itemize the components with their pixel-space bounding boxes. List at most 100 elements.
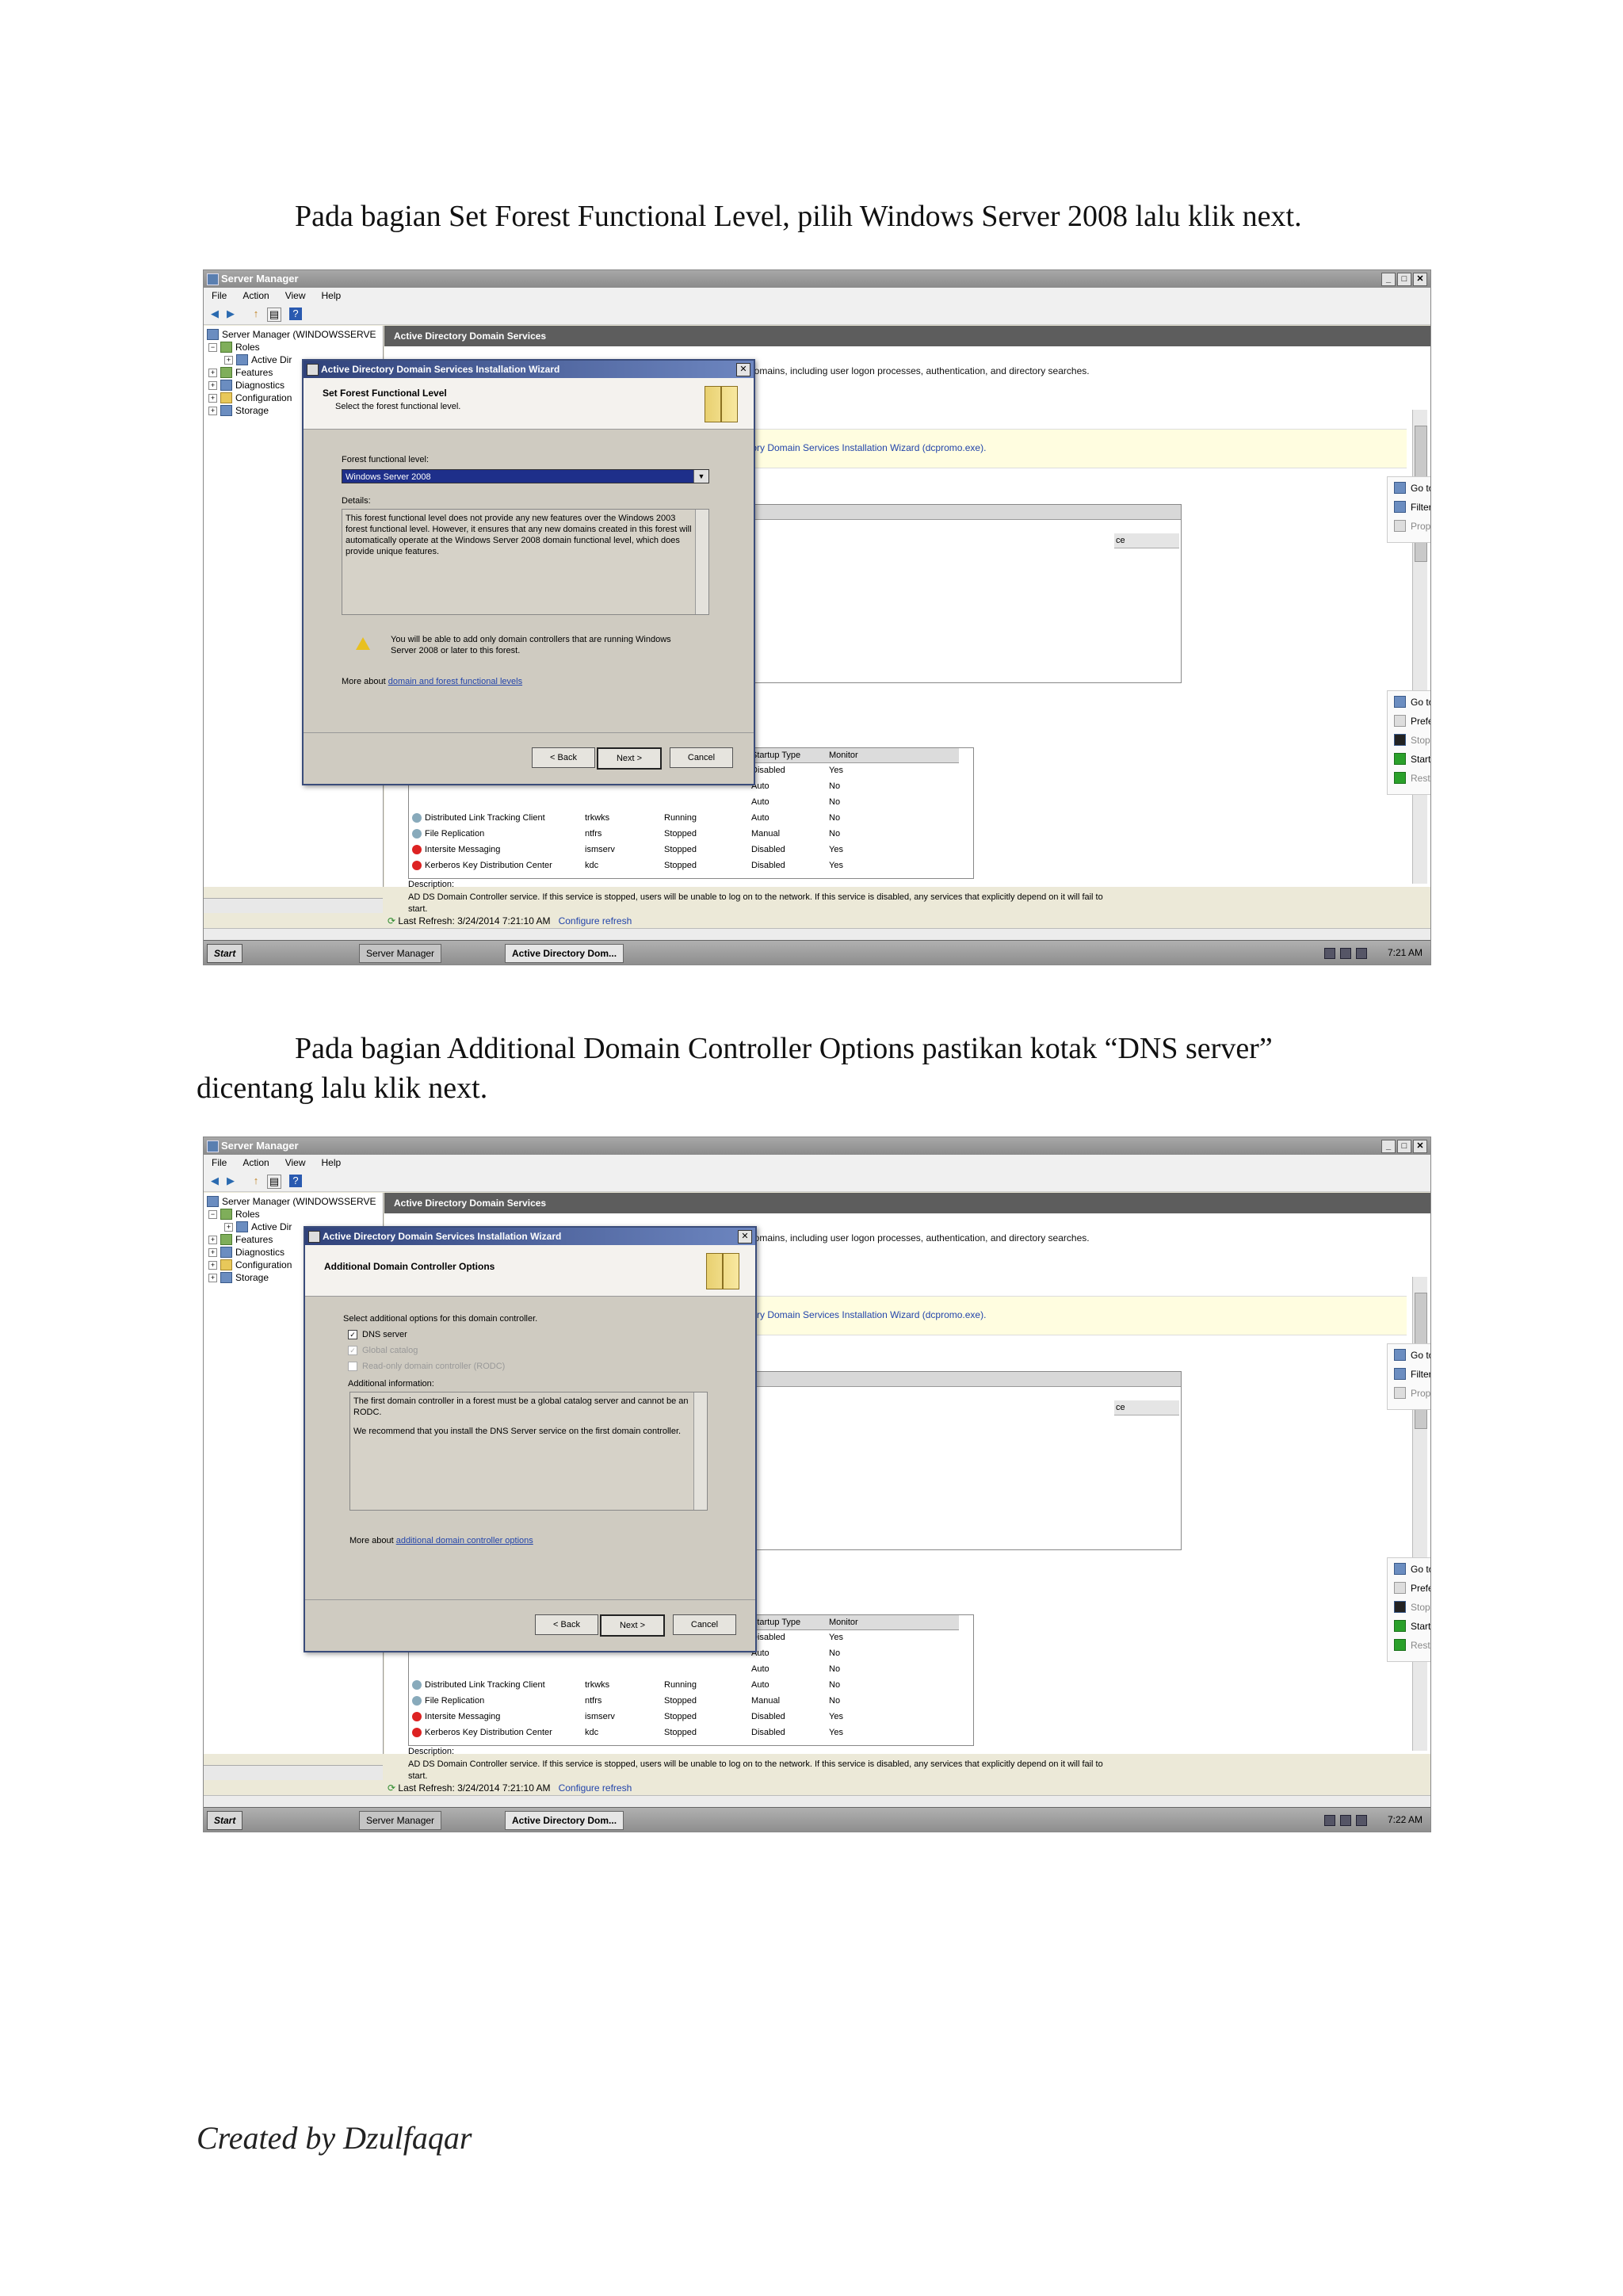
- volume-icon[interactable]: [1356, 1815, 1367, 1826]
- action-go-to-services[interactable]: Go to Services: [1394, 696, 1430, 708]
- menu-help[interactable]: Help: [322, 1155, 342, 1171]
- dcpromo-link[interactable]: tory Domain Services Installation Wizard…: [749, 1309, 986, 1320]
- refresh-icon[interactable]: ⟳: [388, 1782, 395, 1794]
- refresh-icon[interactable]: ⟳: [388, 915, 395, 926]
- tray-icon[interactable]: [1324, 1815, 1335, 1826]
- menu-help[interactable]: Help: [322, 288, 342, 304]
- tree-item-configuration[interactable]: + Configuration: [208, 392, 292, 403]
- back-arrow-icon[interactable]: ◀: [208, 308, 221, 320]
- col-startup-type[interactable]: Startup Type: [751, 748, 800, 762]
- menu-view[interactable]: View: [285, 288, 306, 304]
- network-icon[interactable]: [1340, 1815, 1351, 1826]
- close-icon[interactable]: ✕: [1413, 273, 1427, 286]
- action-properties[interactable]: Properties: [1394, 520, 1430, 532]
- table-row[interactable]: Intersite Messaging ismserv Stopped Disable…: [409, 842, 964, 858]
- table-row[interactable]: Kerberos Key Distribution Center kdc Stopp…: [409, 1725, 964, 1740]
- action-restart[interactable]: Restart: [1394, 1639, 1430, 1651]
- tree-horizontal-scrollbar[interactable]: [204, 898, 383, 913]
- maximize-icon[interactable]: □: [1397, 273, 1411, 286]
- tree-item-diagnostics[interactable]: + Diagnostics: [208, 1247, 285, 1258]
- tray-icon[interactable]: [1324, 948, 1335, 959]
- show-hide-tree-icon[interactable]: ▤: [267, 1175, 281, 1189]
- forest-level-select[interactable]: Windows Server 2008 ▼: [342, 469, 709, 483]
- task-active-directory[interactable]: Active Directory Dom...: [505, 944, 624, 963]
- tree-item-roles[interactable]: − Roles: [208, 1209, 260, 1220]
- dns-server-checkbox[interactable]: ✓ DNS server: [348, 1330, 407, 1339]
- help-icon[interactable]: ?: [289, 308, 302, 320]
- back-arrow-icon[interactable]: ◀: [208, 1175, 221, 1187]
- action-stop[interactable]: Stop: [1394, 734, 1430, 746]
- details-scrollbar[interactable]: [695, 510, 708, 614]
- task-server-manager[interactable]: Server Manager: [359, 1811, 442, 1830]
- next-button[interactable]: Next >: [597, 747, 662, 770]
- wizard-close-icon[interactable]: ✕: [736, 363, 750, 376]
- maximize-icon[interactable]: □: [1397, 1140, 1411, 1153]
- table-row[interactable]: Distributed Link Tracking Client trkwks Ru…: [409, 1677, 964, 1693]
- back-button[interactable]: < Back: [532, 747, 595, 768]
- action-filter-events[interactable]: Filter Events: [1394, 1368, 1430, 1380]
- action-start[interactable]: Start: [1394, 753, 1430, 765]
- tree-item-features[interactable]: + Features: [208, 367, 273, 378]
- action-preferences[interactable]: Preferences: [1394, 715, 1430, 727]
- tree-item-storage[interactable]: + Storage: [208, 405, 269, 416]
- menu-file[interactable]: File: [212, 288, 227, 304]
- volume-icon[interactable]: [1356, 948, 1367, 959]
- tree-item-storage[interactable]: + Storage: [208, 1272, 269, 1283]
- action-go-to-event-viewer[interactable]: Go to Event Viewer: [1394, 1349, 1430, 1361]
- configure-refresh-link[interactable]: Configure refresh: [559, 915, 632, 926]
- forward-arrow-icon[interactable]: ▶: [224, 308, 237, 320]
- checkbox-icon[interactable]: [348, 1362, 357, 1371]
- action-restart[interactable]: Restart: [1394, 772, 1430, 784]
- table-row[interactable]: Auto No: [409, 794, 964, 810]
- start-button[interactable]: Start: [207, 944, 243, 963]
- task-active-directory[interactable]: Active Directory Dom...: [505, 1811, 624, 1830]
- up-folder-icon[interactable]: ↑: [250, 308, 262, 320]
- details-text-box[interactable]: This forest functional level does not pr…: [342, 509, 709, 615]
- table-row[interactable]: Distributed Link Tracking Client trkwks Ru…: [409, 810, 964, 826]
- minimize-icon[interactable]: _: [1381, 273, 1396, 286]
- action-go-to-services[interactable]: Go to Services: [1394, 1563, 1430, 1575]
- action-preferences[interactable]: Preferences: [1394, 1582, 1430, 1594]
- col-monitor[interactable]: Monitor: [829, 748, 858, 762]
- cancel-button[interactable]: Cancel: [670, 747, 733, 768]
- table-row[interactable]: Intersite Messaging ismserv Stopped Disable…: [409, 1709, 964, 1725]
- menu-action[interactable]: Action: [242, 288, 269, 304]
- table-row[interactable]: File Replication ntfrs Stopped Manual No: [409, 826, 964, 842]
- action-stop[interactable]: Stop: [1394, 1601, 1430, 1613]
- cancel-button[interactable]: Cancel: [673, 1614, 736, 1635]
- info-scrollbar[interactable]: [693, 1392, 707, 1510]
- tree-item-roles[interactable]: − Roles: [208, 342, 260, 353]
- rodc-checkbox[interactable]: Read-only domain controller (RODC): [348, 1362, 505, 1371]
- dcpromo-link[interactable]: tory Domain Services Installation Wizard…: [749, 442, 986, 453]
- network-icon[interactable]: [1340, 948, 1351, 959]
- table-row[interactable]: Kerberos Key Distribution Center kdc Stopp…: [409, 858, 964, 873]
- tree-item-server-manager[interactable]: Server Manager (WINDOWSSERVE: [207, 1196, 376, 1207]
- action-properties[interactable]: Properties: [1394, 1387, 1430, 1399]
- forward-arrow-icon[interactable]: ▶: [224, 1175, 237, 1187]
- tree-item-server-manager[interactable]: Server Manager (WINDOWSSERVE: [207, 329, 376, 340]
- checkbox-checked-icon[interactable]: ✓: [348, 1346, 357, 1355]
- tree-item-features[interactable]: + Features: [208, 1234, 273, 1245]
- menu-file[interactable]: File: [212, 1155, 227, 1171]
- menu-action[interactable]: Action: [242, 1155, 269, 1171]
- col-monitor[interactable]: Monitor: [829, 1615, 858, 1629]
- dc-options-link[interactable]: additional domain controller options: [396, 1536, 533, 1545]
- table-row[interactable]: File Replication ntfrs Stopped Manual No: [409, 1693, 964, 1709]
- action-go-to-event-viewer[interactable]: Go to Event Viewer: [1394, 482, 1430, 494]
- functional-levels-link[interactable]: domain and forest functional levels: [388, 677, 522, 686]
- minimize-icon[interactable]: _: [1381, 1140, 1396, 1153]
- action-filter-events[interactable]: Filter Events: [1394, 501, 1430, 513]
- table-row[interactable]: Auto No: [409, 1661, 964, 1677]
- back-button[interactable]: < Back: [535, 1614, 598, 1635]
- configure-refresh-link[interactable]: Configure refresh: [559, 1782, 632, 1794]
- task-server-manager[interactable]: Server Manager: [359, 944, 442, 963]
- show-hide-tree-icon[interactable]: ▤: [267, 308, 281, 322]
- next-button[interactable]: Next >: [600, 1614, 665, 1637]
- global-catalog-checkbox[interactable]: ✓ Global catalog: [348, 1346, 418, 1355]
- up-folder-icon[interactable]: ↑: [250, 1175, 262, 1187]
- start-button[interactable]: Start: [207, 1811, 243, 1830]
- chevron-down-icon[interactable]: ▼: [693, 470, 708, 483]
- tree-item-diagnostics[interactable]: + Diagnostics: [208, 380, 285, 391]
- help-icon[interactable]: ?: [289, 1175, 302, 1187]
- tree-horizontal-scrollbar[interactable]: [204, 1765, 383, 1780]
